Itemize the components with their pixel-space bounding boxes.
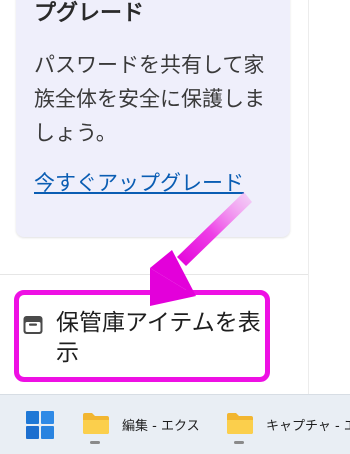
- divider: [0, 274, 308, 275]
- folder-icon: [227, 413, 253, 434]
- promo-body: パスワードを共有して家族全体を安全に保護しましょう。: [34, 53, 265, 145]
- promo-title: プグレード: [34, 1, 145, 26]
- taskbar-item-label: 編集 - エクス: [122, 419, 200, 434]
- folder-icon: [83, 413, 109, 434]
- upgrade-promo-card: プグレード パスワードを共有して家族全体を安全に保護しましょう。 今すぐアップグ…: [16, 0, 290, 237]
- windows-start-icon[interactable]: [24, 409, 56, 441]
- taskbar-item-explorer-edit[interactable]: 編集 - エクス: [82, 405, 202, 445]
- side-rail: [308, 0, 350, 394]
- taskbar: 編集 - エクス キャプチャ - エ: [0, 394, 350, 454]
- vault-icon: [23, 316, 43, 334]
- vault-button-label: 保管庫アイテムを表示: [56, 310, 261, 366]
- upgrade-now-link[interactable]: 今すぐアップグレード: [34, 170, 264, 196]
- view-vault-items-button[interactable]: 保管庫アイテムを表示: [22, 308, 262, 368]
- taskbar-item-label: キャプチャ - エ: [266, 419, 350, 434]
- running-indicator: [90, 441, 100, 444]
- running-indicator: [234, 441, 244, 444]
- extension-panel: プグレード パスワードを共有して家族全体を安全に保護しましょう。 今すぐアップグ…: [0, 0, 308, 394]
- taskbar-item-explorer-capture[interactable]: キャプチャ - エ: [226, 405, 350, 445]
